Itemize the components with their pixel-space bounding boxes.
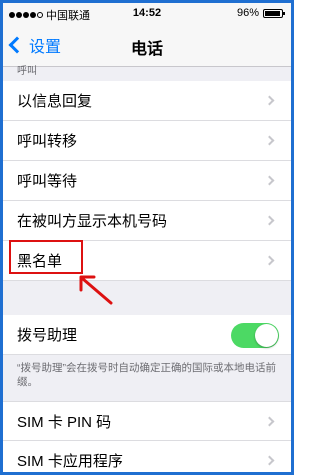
annotation-highlight-box — [9, 240, 83, 274]
row-sim-apps[interactable]: SIM 卡应用程序 — [3, 441, 291, 472]
row-label: 以信息回复 — [17, 93, 93, 110]
toggle-knob — [255, 324, 278, 347]
battery-status: 96% — [236, 7, 285, 19]
dial-assist-toggle[interactable] — [231, 323, 279, 348]
section-header-call: 呼叫 — [17, 66, 37, 77]
annotation-arrow-icon — [79, 275, 113, 305]
row-sim-pin[interactable]: SIM 卡 PIN 码 — [3, 401, 291, 441]
row-label: SIM 卡应用程序 — [17, 453, 123, 470]
battery-percent: 96% — [236, 7, 259, 19]
screenshot-frame: 中国联通 14:52 96% 设置 电话 呼叫 以信息回复 呼叫转移 呼叫等待 … — [0, 0, 294, 475]
dial-assist-footnote: “拨号助理”会在拨号时自动确定正确的国际或本地电话前缀。 — [17, 362, 276, 388]
row-show-caller-id[interactable]: 在被叫方显示本机号码 — [3, 201, 291, 241]
row-label: SIM 卡 PIN 码 — [17, 413, 112, 431]
row-label: 呼叫转移 — [17, 133, 78, 150]
row-dial-assist: 拨号助理 — [3, 315, 291, 355]
navigation-bar: 设置 电话 — [3, 23, 291, 67]
row-reply-with-message[interactable]: 以信息回复 — [3, 81, 291, 121]
row-label: 呼叫等待 — [17, 173, 78, 190]
row-call-forwarding[interactable]: 呼叫转移 — [3, 121, 291, 161]
battery-icon — [263, 8, 285, 18]
section-gap — [3, 281, 291, 315]
row-label: 在被叫方显示本机号码 — [17, 213, 168, 230]
page-title: 电话 — [130, 41, 163, 58]
status-bar: 中国联通 14:52 96% — [3, 3, 291, 23]
row-call-waiting[interactable]: 呼叫等待 — [3, 161, 291, 201]
